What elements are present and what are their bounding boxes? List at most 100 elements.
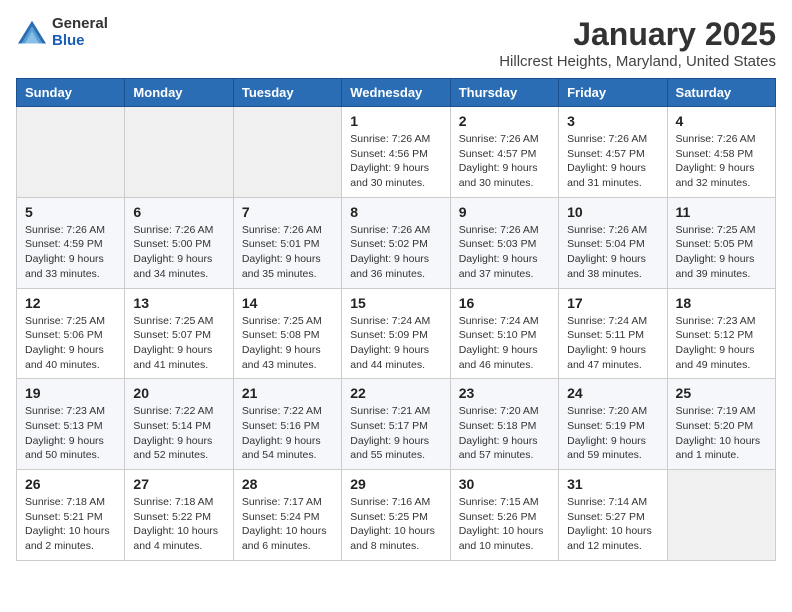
page-header: General Blue January 2025 Hillcrest Heig… [16,16,776,70]
logo: General Blue [16,16,108,49]
day-cell: 3 Sunrise: 7:26 AMSunset: 4:57 PMDaylight… [559,107,667,198]
day-info: Sunrise: 7:18 AMSunset: 5:22 PMDaylight:… [133,495,224,554]
week-row-5: 26 Sunrise: 7:18 AMSunset: 5:21 PMDayligh… [17,470,776,561]
header-cell-monday: Monday [125,79,233,107]
day-number: 31 [567,476,658,492]
day-number: 28 [242,476,333,492]
day-info: Sunrise: 7:26 AMSunset: 5:00 PMDaylight:… [133,223,224,282]
day-number: 17 [567,295,658,311]
day-info: Sunrise: 7:25 AMSunset: 5:08 PMDaylight:… [242,314,333,373]
day-info: Sunrise: 7:26 AMSunset: 4:57 PMDaylight:… [567,132,658,191]
day-info: Sunrise: 7:26 AMSunset: 5:04 PMDaylight:… [567,223,658,282]
day-number: 1 [350,113,441,129]
header-cell-friday: Friday [559,79,667,107]
day-number: 16 [459,295,550,311]
day-info: Sunrise: 7:26 AMSunset: 5:01 PMDaylight:… [242,223,333,282]
day-cell [125,107,233,198]
day-cell: 29 Sunrise: 7:16 AMSunset: 5:25 PMDayligh… [342,470,450,561]
day-cell: 8Sunrise: 7:26 AMSunset: 5:02 PMDaylight… [342,197,450,288]
day-info: Sunrise: 7:15 AMSunset: 5:26 PMDaylight:… [459,495,550,554]
day-info: Sunrise: 7:26 AMSunset: 4:58 PMDaylight:… [676,132,767,191]
header-cell-sunday: Sunday [17,79,125,107]
day-cell: 28 Sunrise: 7:17 AMSunset: 5:24 PMDayligh… [233,470,341,561]
day-number: 27 [133,476,224,492]
day-cell [667,470,775,561]
day-info: Sunrise: 7:23 AMSunset: 5:13 PMDaylight:… [25,404,116,463]
day-info: Sunrise: 7:22 AMSunset: 5:14 PMDaylight:… [133,404,224,463]
day-number: 20 [133,385,224,401]
day-number: 13 [133,295,224,311]
day-cell: 6 Sunrise: 7:26 AMSunset: 5:00 PMDaylight… [125,197,233,288]
calendar-header: SundayMondayTuesdayWednesdayThursdayFrid… [17,79,776,107]
week-row-4: 19 Sunrise: 7:23 AMSunset: 5:13 PMDayligh… [17,379,776,470]
week-row-1: 1Sunrise: 7:26 AMSunset: 4:56 PMDaylight… [17,107,776,198]
day-number: 9 [459,204,550,220]
day-cell: 5Sunrise: 7:26 AMSunset: 4:59 PMDaylight… [17,197,125,288]
day-number: 12 [25,295,116,311]
day-info: Sunrise: 7:25 AMSunset: 5:05 PMDaylight:… [676,223,767,282]
day-number: 7 [242,204,333,220]
day-info: Sunrise: 7:23 AMSunset: 5:12 PMDaylight:… [676,314,767,373]
day-number: 11 [676,204,767,220]
day-info: Sunrise: 7:22 AMSunset: 5:16 PMDaylight:… [242,404,333,463]
day-cell: 16 Sunrise: 7:24 AMSunset: 5:10 PMDayligh… [450,288,558,379]
day-cell: 4 Sunrise: 7:26 AMSunset: 4:58 PMDaylight… [667,107,775,198]
calendar-body: 1Sunrise: 7:26 AMSunset: 4:56 PMDaylight… [17,107,776,561]
day-number: 6 [133,204,224,220]
day-number: 19 [25,385,116,401]
day-number: 5 [25,204,116,220]
day-info: Sunrise: 7:19 AMSunset: 5:20 PMDaylight:… [676,404,767,463]
calendar-title: January 2025 [499,16,776,53]
day-number: 21 [242,385,333,401]
logo-general-text: General [52,16,108,33]
day-number: 18 [676,295,767,311]
day-number: 3 [567,113,658,129]
day-cell: 14 Sunrise: 7:25 AMSunset: 5:08 PMDayligh… [233,288,341,379]
day-info: Sunrise: 7:16 AMSunset: 5:25 PMDaylight:… [350,495,441,554]
calendar-table: SundayMondayTuesdayWednesdayThursdayFrid… [16,78,776,561]
header-cell-tuesday: Tuesday [233,79,341,107]
day-number: 4 [676,113,767,129]
day-cell: 30 Sunrise: 7:15 AMSunset: 5:26 PMDayligh… [450,470,558,561]
day-info: Sunrise: 7:21 AMSunset: 5:17 PMDaylight:… [350,404,441,463]
header-cell-saturday: Saturday [667,79,775,107]
logo-text: General Blue [52,16,108,49]
day-number: 29 [350,476,441,492]
day-cell: 10 Sunrise: 7:26 AMSunset: 5:04 PMDayligh… [559,197,667,288]
day-number: 30 [459,476,550,492]
day-cell: 26 Sunrise: 7:18 AMSunset: 5:21 PMDayligh… [17,470,125,561]
logo-blue-text: Blue [52,33,108,50]
day-number: 26 [25,476,116,492]
day-info: Sunrise: 7:25 AMSunset: 5:06 PMDaylight:… [25,314,116,373]
day-cell: 17 Sunrise: 7:24 AMSunset: 5:11 PMDayligh… [559,288,667,379]
day-info: Sunrise: 7:24 AMSunset: 5:11 PMDaylight:… [567,314,658,373]
day-number: 14 [242,295,333,311]
day-cell: 12 Sunrise: 7:25 AMSunset: 5:06 PMDayligh… [17,288,125,379]
day-cell: 31Sunrise: 7:14 AMSunset: 5:27 PMDayligh… [559,470,667,561]
week-row-3: 12 Sunrise: 7:25 AMSunset: 5:06 PMDayligh… [17,288,776,379]
day-cell: 25 Sunrise: 7:19 AMSunset: 5:20 PMDayligh… [667,379,775,470]
day-info: Sunrise: 7:20 AMSunset: 5:18 PMDaylight:… [459,404,550,463]
day-cell: 15Sunrise: 7:24 AMSunset: 5:09 PMDayligh… [342,288,450,379]
header-cell-thursday: Thursday [450,79,558,107]
day-number: 24 [567,385,658,401]
day-cell: 18 Sunrise: 7:23 AMSunset: 5:12 PMDayligh… [667,288,775,379]
day-cell: 20 Sunrise: 7:22 AMSunset: 5:14 PMDayligh… [125,379,233,470]
day-cell: 27 Sunrise: 7:18 AMSunset: 5:22 PMDayligh… [125,470,233,561]
day-cell: 21 Sunrise: 7:22 AMSunset: 5:16 PMDayligh… [233,379,341,470]
day-cell: 1Sunrise: 7:26 AMSunset: 4:56 PMDaylight… [342,107,450,198]
day-info: Sunrise: 7:20 AMSunset: 5:19 PMDaylight:… [567,404,658,463]
day-info: Sunrise: 7:24 AMSunset: 5:10 PMDaylight:… [459,314,550,373]
day-number: 25 [676,385,767,401]
day-number: 8 [350,204,441,220]
day-cell: 7 Sunrise: 7:26 AMSunset: 5:01 PMDaylight… [233,197,341,288]
day-info: Sunrise: 7:18 AMSunset: 5:21 PMDaylight:… [25,495,116,554]
day-info: Sunrise: 7:17 AMSunset: 5:24 PMDaylight:… [242,495,333,554]
day-cell: 2Sunrise: 7:26 AMSunset: 4:57 PMDaylight… [450,107,558,198]
day-info: Sunrise: 7:25 AMSunset: 5:07 PMDaylight:… [133,314,224,373]
week-row-2: 5Sunrise: 7:26 AMSunset: 4:59 PMDaylight… [17,197,776,288]
day-cell: 22Sunrise: 7:21 AMSunset: 5:17 PMDayligh… [342,379,450,470]
day-number: 10 [567,204,658,220]
day-cell: 23Sunrise: 7:20 AMSunset: 5:18 PMDayligh… [450,379,558,470]
day-cell: 19 Sunrise: 7:23 AMSunset: 5:13 PMDayligh… [17,379,125,470]
